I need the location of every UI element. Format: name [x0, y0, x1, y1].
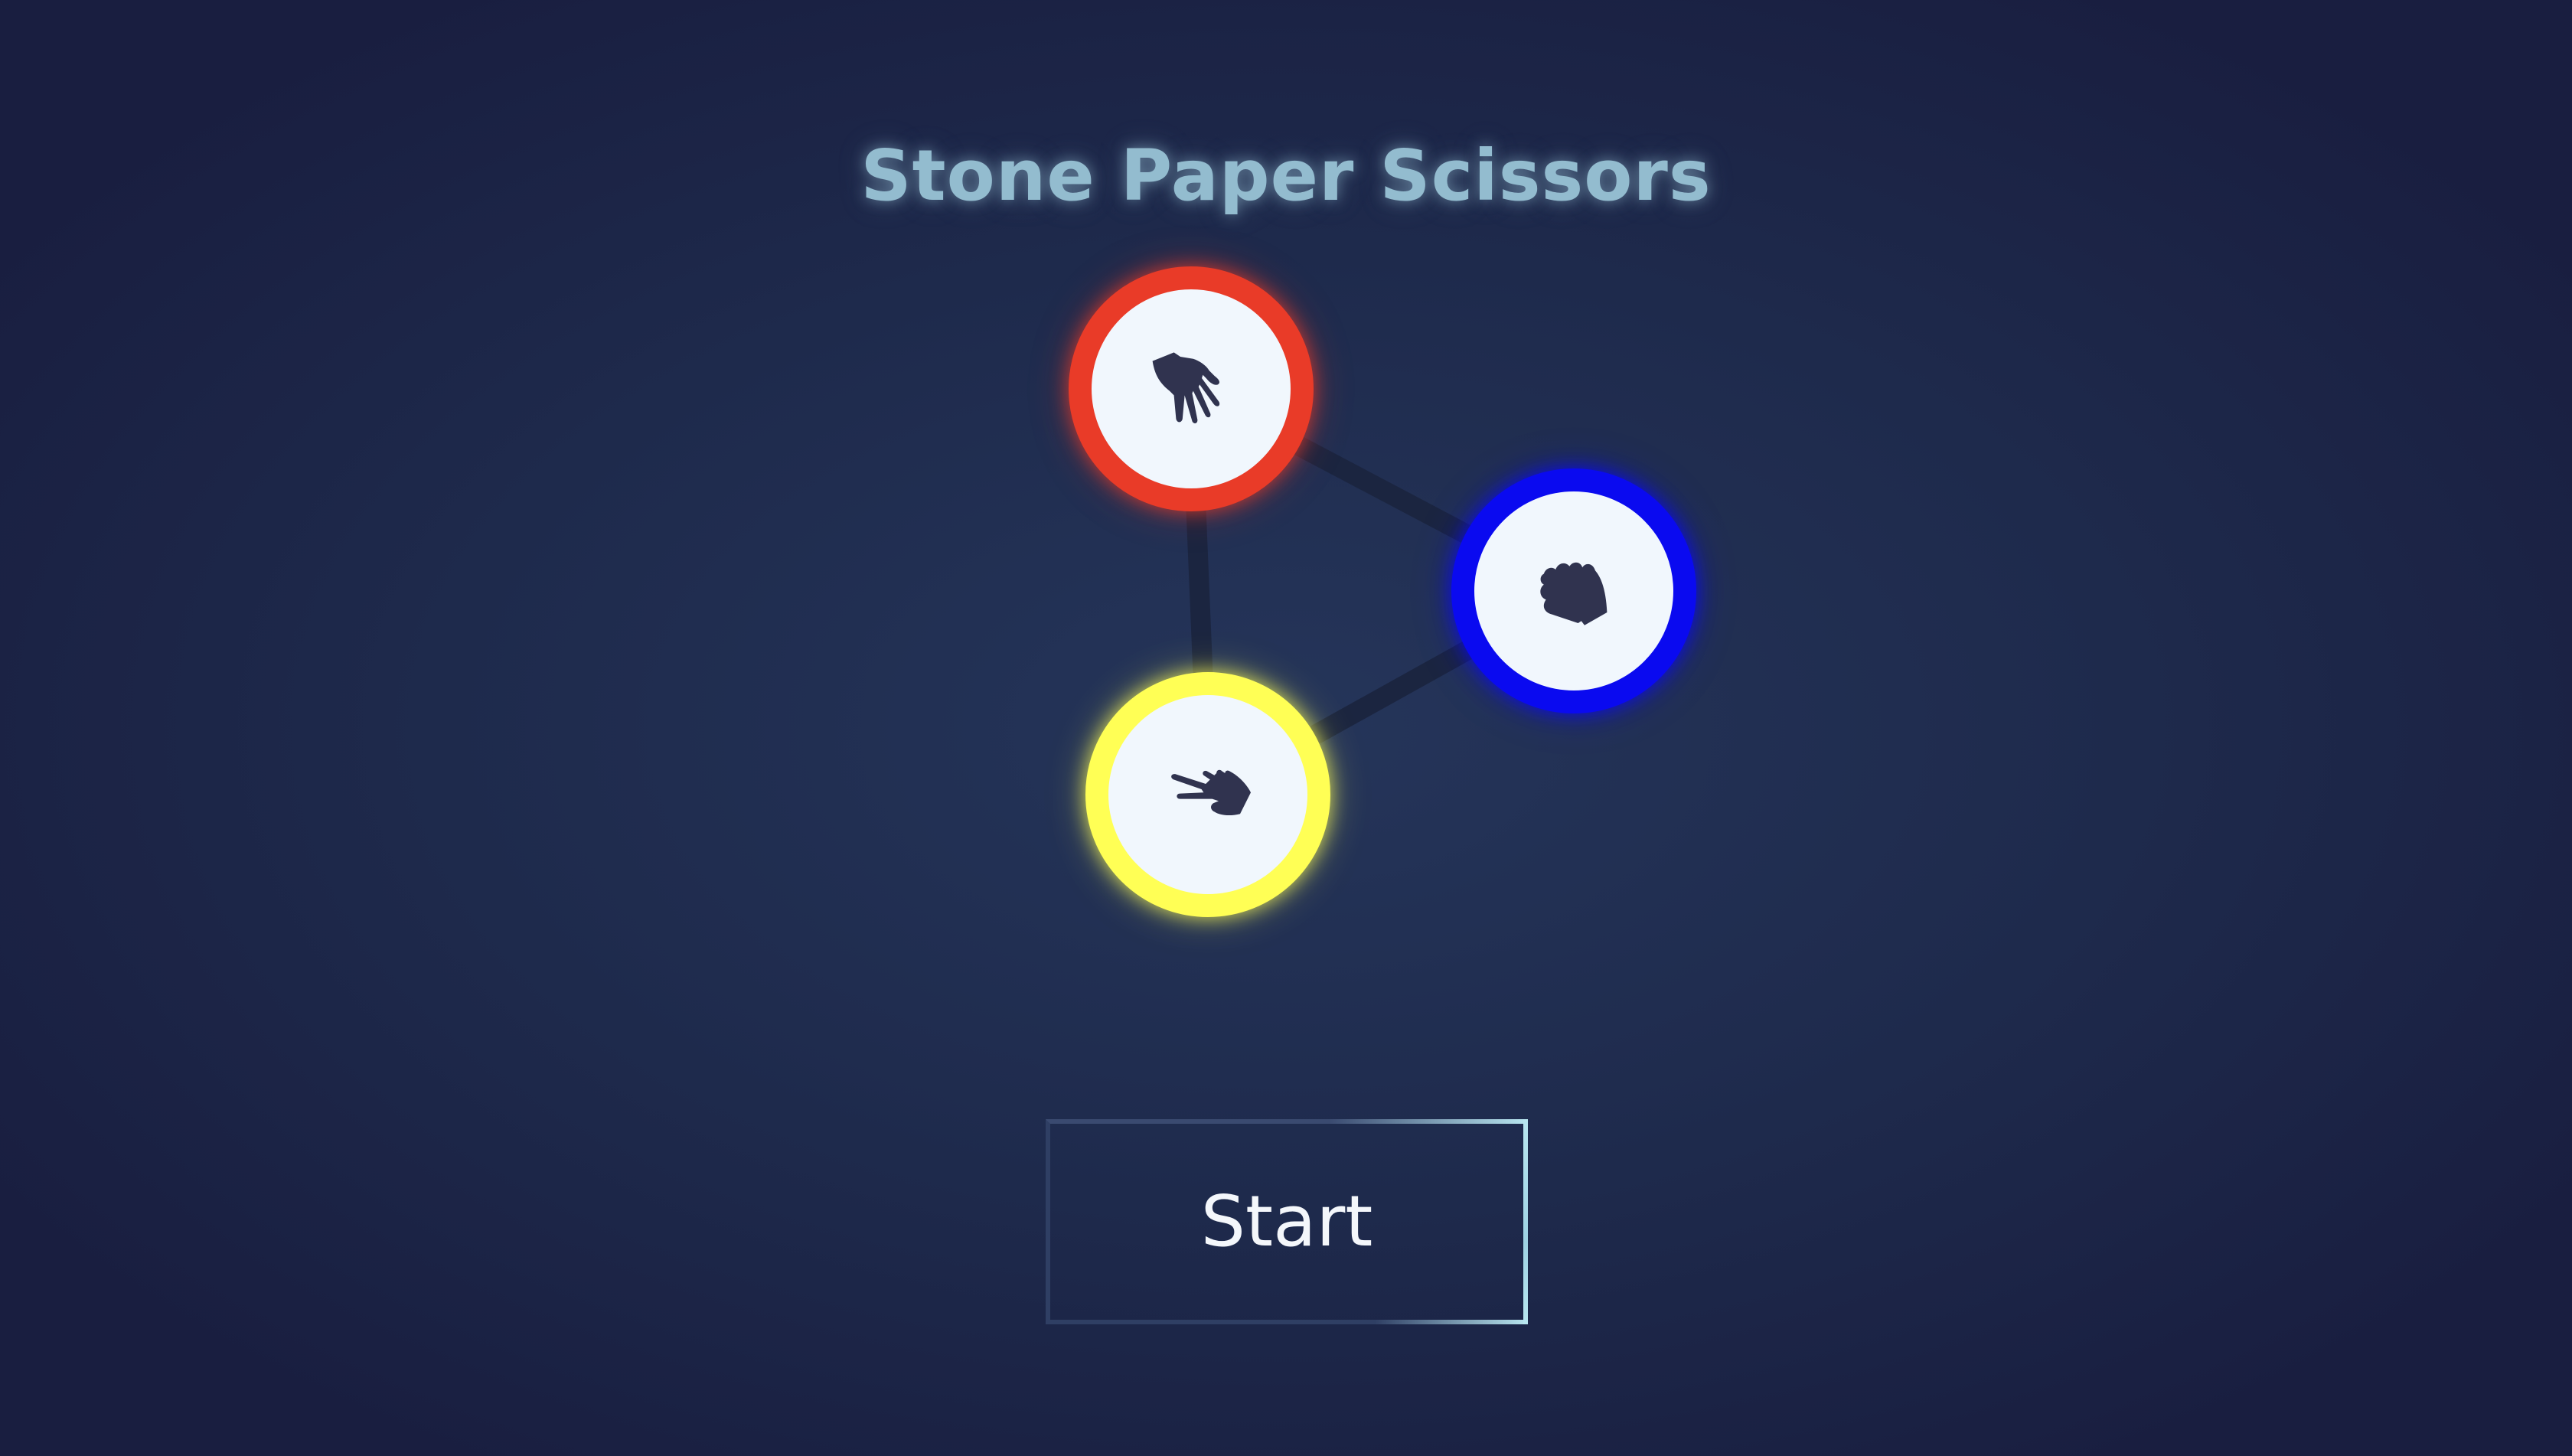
- stone-fist-icon: [1540, 562, 1607, 625]
- scissors-hand-icon: [1171, 769, 1251, 816]
- start-button[interactable]: Start: [1046, 1119, 1528, 1324]
- button-glow-right: [1523, 1119, 1528, 1324]
- button-glow-top: [1329, 1119, 1528, 1124]
- paper-choice[interactable]: [1069, 266, 1314, 511]
- paper-hand-icon: [1152, 352, 1220, 423]
- stone-choice[interactable]: [1451, 468, 1696, 713]
- start-button-label: Start: [1200, 1180, 1373, 1262]
- scissors-choice[interactable]: [1085, 672, 1330, 917]
- button-glow-bottom: [1375, 1320, 1528, 1324]
